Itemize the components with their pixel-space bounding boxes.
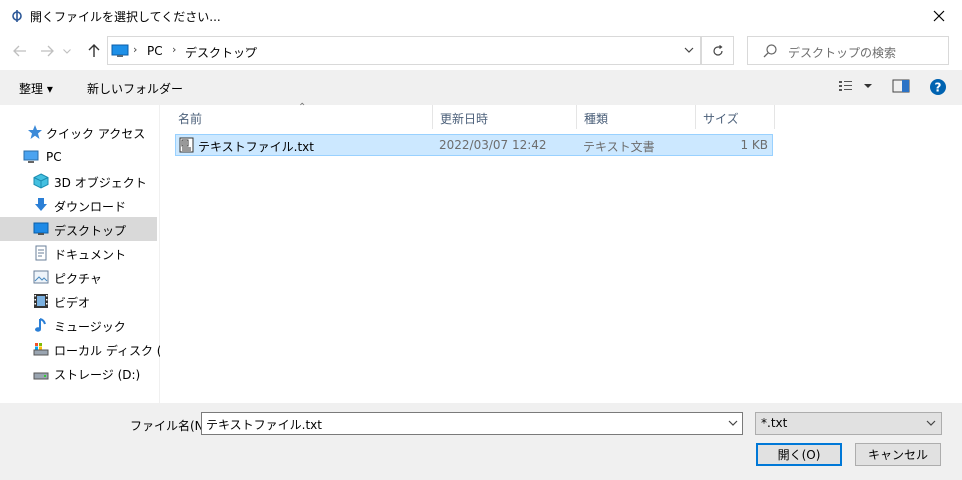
column-header-label: 名前 bbox=[178, 112, 203, 126]
recent-dropdown[interactable] bbox=[60, 41, 74, 61]
sidebar-item-pictures[interactable]: ピクチャ bbox=[0, 265, 157, 289]
arrow-up-icon bbox=[88, 44, 100, 57]
title-bar: 開くファイルを選択してください... bbox=[0, 0, 962, 32]
dialog-footer: ファイル名(N): テキストファイル.txt *.txt 開く(O) キャンセル bbox=[0, 403, 962, 480]
organize-button[interactable]: 整理 ▾ bbox=[19, 80, 53, 97]
sidebar-item-label: デスクトップ bbox=[54, 224, 127, 238]
sidebar-item-label: PC bbox=[46, 150, 62, 164]
sidebar-item-label: ストレージ (D:) bbox=[54, 368, 141, 382]
arrow-left-icon bbox=[13, 45, 26, 57]
help-button[interactable]: ? bbox=[929, 78, 947, 99]
file-size: 1 KB bbox=[740, 138, 768, 152]
filename-input[interactable]: テキストファイル.txt bbox=[201, 412, 743, 435]
sidebar-item-label: ドキュメント bbox=[54, 248, 127, 262]
sidebar-item-storage-d[interactable]: ストレージ (D:) bbox=[0, 361, 157, 385]
help-icon: ? bbox=[930, 79, 946, 95]
filetype-select[interactable]: *.txt bbox=[755, 412, 942, 435]
arrow-right-icon bbox=[41, 45, 54, 57]
close-icon bbox=[933, 10, 945, 22]
chevron-down-icon bbox=[63, 48, 71, 54]
search-icon bbox=[763, 44, 777, 58]
sidebar-item-documents[interactable]: ドキュメント bbox=[0, 241, 157, 265]
view-options-button[interactable] bbox=[838, 78, 874, 97]
close-button[interactable] bbox=[916, 0, 962, 32]
sidebar-item-label: ミュージック bbox=[54, 320, 126, 334]
svg-text:?: ? bbox=[935, 81, 942, 95]
sidebar-item-downloads[interactable]: ダウンロード bbox=[0, 193, 157, 217]
sidebar-item-label: 3D オブジェクト bbox=[54, 176, 147, 190]
chevron-down-icon[interactable] bbox=[728, 417, 738, 429]
column-header-label: 種類 bbox=[584, 112, 609, 126]
address-bar[interactable]: › PC › デスクトップ › bbox=[107, 36, 701, 65]
up-button[interactable] bbox=[84, 41, 104, 61]
breadcrumb-separator: › bbox=[133, 43, 138, 56]
chevron-down-icon bbox=[926, 420, 936, 426]
picture-icon bbox=[33, 270, 49, 284]
column-header-label: サイズ bbox=[703, 112, 739, 126]
sidebar-item-label: クイック アクセス bbox=[46, 127, 146, 141]
pc-icon bbox=[23, 150, 39, 163]
sidebar-item-pc[interactable]: PC bbox=[0, 145, 157, 169]
new-folder-button[interactable]: 新しいフォルダー bbox=[87, 80, 183, 97]
app-icon bbox=[10, 9, 24, 23]
column-header-type[interactable]: 種類 bbox=[577, 105, 695, 129]
breadcrumb-separator: › bbox=[172, 43, 177, 56]
breadcrumb-separator: › bbox=[245, 43, 250, 56]
drive-icon bbox=[33, 372, 49, 380]
sidebar-item-label: ダウンロード bbox=[54, 200, 127, 214]
sidebar-item-label: ピクチャ bbox=[54, 272, 102, 286]
text-file-icon bbox=[179, 137, 194, 153]
column-header-size[interactable]: サイズ bbox=[696, 105, 774, 129]
refresh-icon bbox=[712, 44, 723, 56]
search-box[interactable]: デスクトップの検索 bbox=[747, 36, 949, 65]
filetype-value: *.txt bbox=[761, 416, 788, 430]
back-button[interactable] bbox=[10, 41, 30, 61]
sidebar-item-quick-access[interactable]: クイック アクセス bbox=[0, 120, 157, 144]
sidebar-item-label: ビデオ bbox=[54, 296, 91, 310]
column-header-name[interactable]: 名前 bbox=[170, 105, 432, 129]
download-icon bbox=[35, 198, 47, 211]
chevron-down-icon[interactable] bbox=[684, 44, 694, 56]
music-icon bbox=[35, 318, 46, 332]
sidebar-item-local-disk-c[interactable]: ローカル ディスク (C:) bbox=[0, 337, 179, 361]
file-name: テキストファイル.txt bbox=[198, 140, 314, 154]
toolbar: 整理 ▾ 新しいフォルダー ? bbox=[0, 70, 962, 105]
file-type: テキスト文書 bbox=[583, 140, 655, 154]
file-modified: 2022/03/07 12:42 bbox=[439, 138, 547, 152]
drive-icon bbox=[33, 343, 49, 356]
filename-value: テキストファイル.txt bbox=[206, 418, 322, 432]
video-icon bbox=[34, 294, 48, 308]
star-icon bbox=[28, 125, 42, 139]
sidebar-item-desktop[interactable]: デスクトップ bbox=[0, 217, 157, 241]
file-row[interactable]: テキストファイル.txt 2022/03/07 12:42 テキスト文書 1 K… bbox=[175, 134, 773, 156]
cube-icon bbox=[33, 173, 49, 189]
column-header-modified[interactable]: 更新日時 bbox=[433, 105, 576, 129]
sidebar-item-videos[interactable]: ビデオ bbox=[0, 289, 157, 313]
pc-icon bbox=[111, 44, 129, 57]
cancel-button[interactable]: キャンセル bbox=[855, 443, 941, 466]
refresh-button[interactable] bbox=[701, 36, 734, 65]
sidebar-item-3d-objects[interactable]: 3D オブジェクト bbox=[0, 169, 157, 193]
preview-pane-button[interactable] bbox=[892, 78, 910, 97]
address-row: › PC › デスクトップ › デスクトップの検索 bbox=[0, 32, 962, 70]
sidebar-item-music[interactable]: ミュージック bbox=[0, 313, 157, 337]
preview-pane-icon bbox=[892, 79, 910, 93]
document-icon bbox=[35, 245, 47, 261]
breadcrumb-pc[interactable]: PC bbox=[147, 44, 163, 58]
column-header-label: 更新日時 bbox=[440, 112, 489, 126]
file-list: ⌃ 名前 更新日時 種類 サイズ テキストファイル.txt 2022/03/07… bbox=[160, 102, 962, 403]
view-list-icon bbox=[839, 81, 872, 91]
column-divider[interactable] bbox=[774, 105, 775, 129]
window-title: 開くファイルを選択してください... bbox=[30, 10, 221, 24]
forward-button[interactable] bbox=[37, 41, 57, 61]
desktop-icon bbox=[33, 222, 49, 235]
navigation-pane: クイック アクセス PC 3D オブジェクト ダウンロード デスクトップ ドキュ… bbox=[0, 105, 179, 403]
open-button[interactable]: 開く(O) bbox=[756, 443, 842, 466]
search-placeholder: デスクトップの検索 bbox=[788, 46, 897, 60]
